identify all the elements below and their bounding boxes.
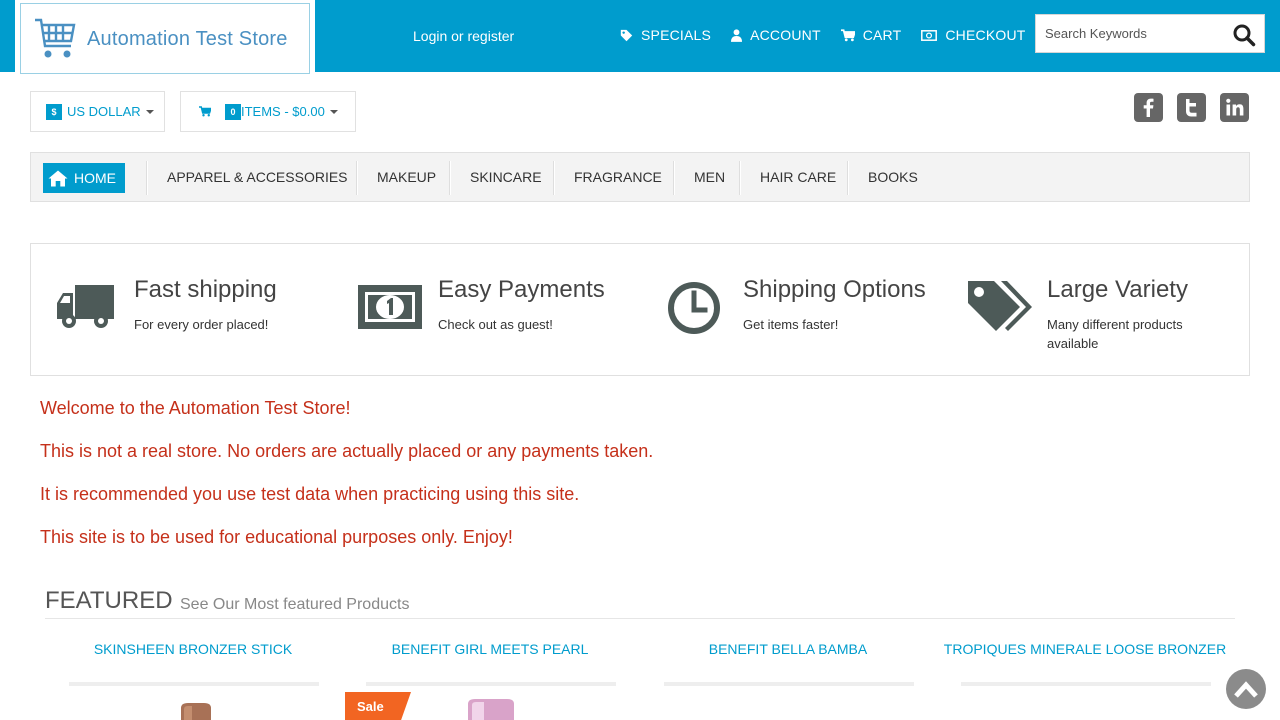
logo-text: Automation Test Store	[87, 28, 288, 50]
truck-icon	[57, 285, 114, 328]
money-bill-icon	[358, 285, 422, 329]
top-nav: SPECIALS ACCOUNT CART CHECKOUT	[620, 27, 1046, 43]
nav-divider	[739, 161, 741, 195]
tags-icon	[968, 281, 1032, 331]
linkedin-icon[interactable]	[1220, 93, 1249, 122]
top-header: Automation Test Store Login or register …	[0, 0, 1280, 74]
currency-label: US DOLLAR	[67, 104, 141, 119]
currency-dropdown[interactable]: $ US DOLLAR	[30, 91, 165, 132]
home-icon	[48, 170, 68, 186]
product-title[interactable]: SKINSHEEN BRONZER STICK	[68, 641, 318, 657]
feature-title: Easy Payments	[438, 276, 605, 303]
logo-cart-icon	[35, 18, 76, 58]
chevron-up-icon	[1234, 681, 1258, 698]
nav-divider	[146, 161, 148, 195]
feature-title: Large Variety	[1047, 276, 1188, 303]
facebook-icon[interactable]	[1134, 93, 1163, 122]
product-title[interactable]: BENEFIT BELLA BAMBA	[663, 641, 913, 657]
product-title[interactable]: BENEFIT GIRL MEETS PEARL	[365, 641, 615, 657]
product-image[interactable]	[178, 700, 214, 720]
search-icon[interactable]	[1232, 23, 1256, 47]
nav-checkout[interactable]: CHECKOUT	[921, 27, 1025, 43]
category-nav: HOME APPAREL & ACCESSORIES MAKEUP SKINCA…	[30, 152, 1250, 202]
nav-home[interactable]: HOME	[43, 163, 125, 193]
nav-cart-label: CART	[862, 27, 902, 43]
chevron-down-icon	[145, 109, 154, 114]
product-card[interactable]	[664, 682, 914, 720]
nav-divider	[449, 161, 451, 195]
search-box	[1035, 14, 1265, 53]
feature-title: Shipping Options	[743, 276, 926, 303]
nav-account[interactable]: ACCOUNT	[731, 27, 821, 43]
feature-subtitle: For every order placed!	[134, 317, 269, 332]
cart-count-badge: 0	[225, 103, 241, 120]
cart-icon	[199, 106, 211, 117]
nav-home-label: HOME	[74, 170, 116, 186]
nav-checkout-label: CHECKOUT	[945, 27, 1026, 43]
welcome-line: Welcome to the Automation Test Store!	[40, 398, 351, 418]
featured-heading: FEATURED	[45, 587, 173, 614]
nav-cart[interactable]: CART	[840, 27, 902, 43]
category-fragrance[interactable]: FRAGRANCE	[574, 153, 662, 201]
nav-divider	[356, 161, 358, 195]
currency-badge: $	[46, 103, 62, 120]
featured-subheading: See Our Most featured Products	[180, 596, 410, 613]
twitter-icon[interactable]	[1177, 93, 1206, 122]
category-makeup[interactable]: MAKEUP	[377, 153, 436, 201]
nav-specials[interactable]: SPECIALS	[620, 27, 711, 43]
category-books[interactable]: BOOKS	[868, 153, 918, 201]
feature-subtitle: Check out as guest!	[438, 317, 553, 332]
scroll-to-top-button[interactable]	[1226, 669, 1266, 709]
clock-icon	[668, 282, 720, 334]
login-register-link[interactable]: Login or register	[413, 28, 514, 44]
sale-badge: Sale	[345, 692, 411, 720]
category-hair-care[interactable]: HAIR CARE	[760, 153, 836, 201]
cart-summary-label: ITEMS - $0.00	[241, 104, 325, 119]
nav-divider	[847, 161, 849, 195]
chevron-down-icon	[329, 109, 338, 114]
nav-account-label: ACCOUNT	[750, 27, 821, 43]
product-title[interactable]: TROPIQUES MINERALE LOOSE BRONZER	[940, 641, 1230, 657]
featured-divider	[45, 618, 1235, 619]
nav-divider	[673, 161, 675, 195]
welcome-line: This is not a real store. No orders are …	[40, 441, 654, 461]
logo-container[interactable]: Automation Test Store	[15, 0, 315, 74]
cart-icon	[840, 28, 855, 41]
feature-title: Fast shipping	[134, 276, 277, 303]
product-card[interactable]	[961, 682, 1211, 720]
cart-dropdown[interactable]: 0 ITEMS - $0.00	[180, 91, 356, 132]
welcome-line: It is recommended you use test data when…	[40, 484, 580, 504]
money-icon	[921, 29, 938, 41]
category-apparel-accessories[interactable]: APPAREL & ACCESSORIES	[167, 153, 348, 201]
category-men[interactable]: MEN	[694, 153, 725, 201]
search-input[interactable]	[1036, 15, 1226, 52]
features-panel: Fast shipping For every order placed! Ea…	[30, 243, 1250, 376]
welcome-line: This site is to be used for educational …	[40, 527, 513, 547]
tag-icon	[620, 29, 633, 41]
feature-subtitle: Get items faster!	[743, 317, 839, 332]
feature-subtitle: Many different products available	[1047, 317, 1183, 351]
nav-specials-label: SPECIALS	[641, 27, 712, 43]
nav-divider	[553, 161, 555, 195]
user-icon	[731, 28, 743, 42]
product-image[interactable]	[466, 698, 516, 720]
logo[interactable]: Automation Test Store	[20, 3, 310, 74]
category-skincare[interactable]: SKINCARE	[470, 153, 542, 201]
